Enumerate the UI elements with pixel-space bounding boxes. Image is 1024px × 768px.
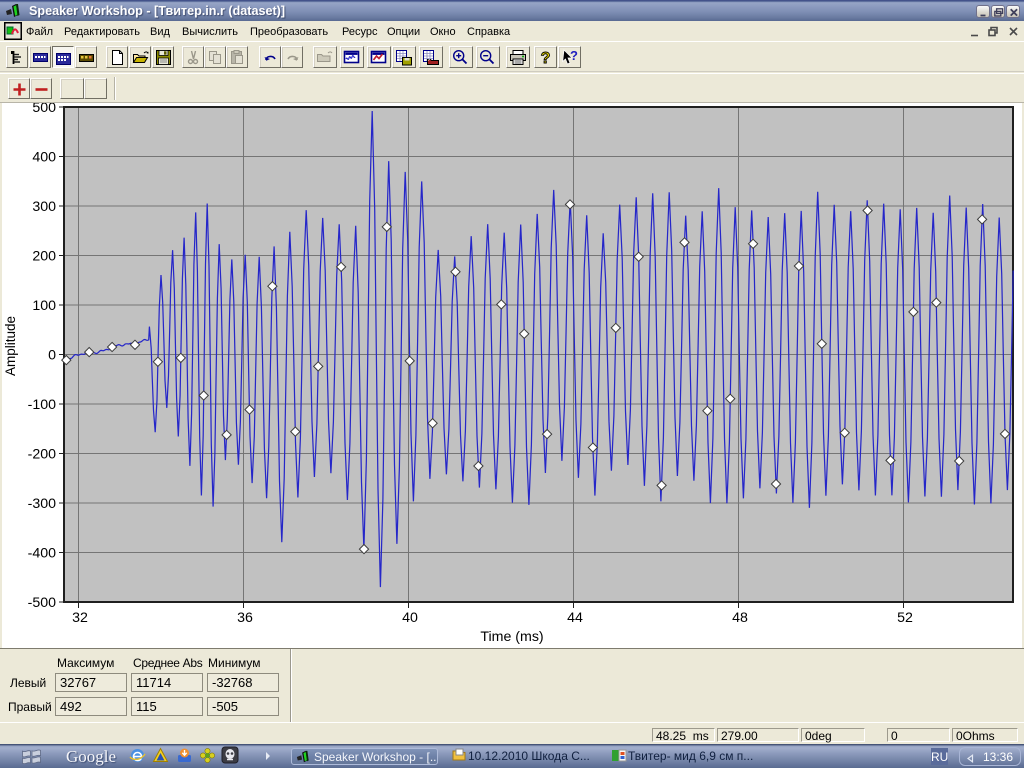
svg-text:-400: -400: [28, 546, 57, 562]
svg-text:?: ?: [541, 50, 551, 66]
svg-text:Amplitude: Amplitude: [3, 316, 18, 376]
svg-text:-500: -500: [28, 595, 57, 611]
svg-text:0: 0: [48, 348, 56, 364]
svg-text:36: 36: [237, 610, 253, 626]
svg-text:-300: -300: [28, 496, 57, 512]
svg-text:52: 52: [897, 610, 913, 626]
svg-text:200: 200: [32, 249, 56, 265]
svg-text:40: 40: [402, 610, 418, 626]
svg-text:44: 44: [567, 610, 583, 626]
svg-text:300: 300: [32, 199, 56, 215]
svg-text:Time (ms): Time (ms): [480, 629, 543, 645]
svg-text:100: 100: [32, 298, 56, 314]
svg-text:-100: -100: [28, 397, 57, 413]
svg-text:48: 48: [732, 610, 748, 626]
svg-text:400: 400: [32, 150, 56, 166]
svg-text:-200: -200: [28, 447, 57, 463]
svg-text:500: 500: [32, 103, 56, 116]
svg-text:32: 32: [72, 610, 88, 626]
svg-text:?: ?: [570, 49, 578, 63]
